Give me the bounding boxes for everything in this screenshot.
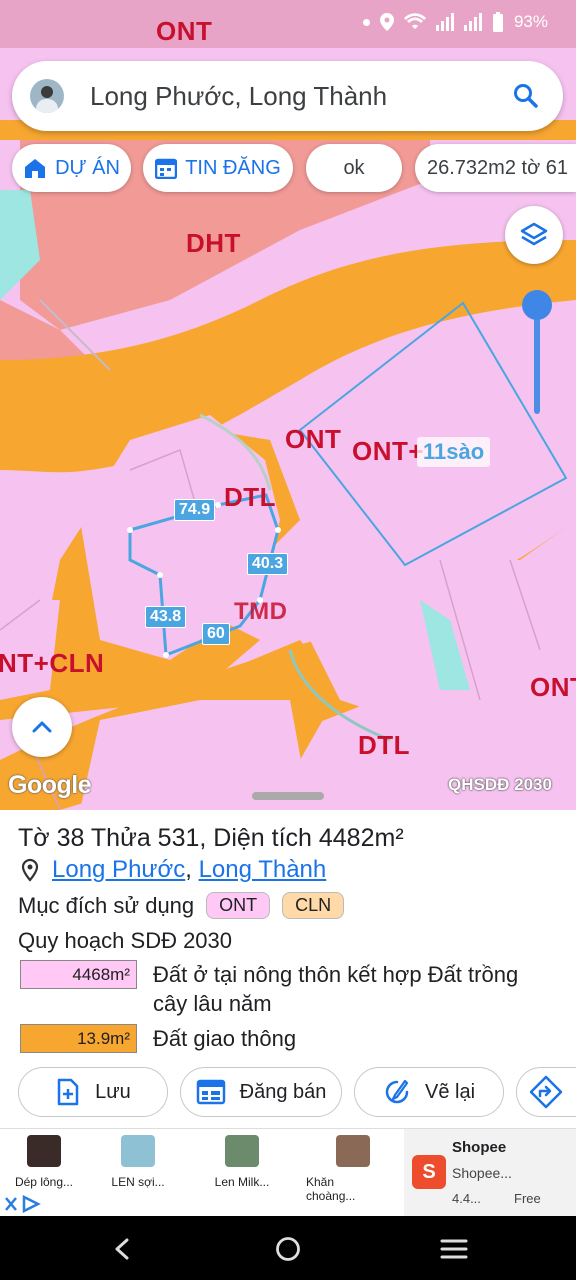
save-button[interactable]: Lưu bbox=[18, 1067, 168, 1117]
notification-dot-icon bbox=[362, 18, 370, 26]
product-thumbnail bbox=[336, 1135, 370, 1167]
app-price: Free bbox=[514, 1191, 541, 1206]
area-badge: 11sào bbox=[417, 437, 491, 467]
chip-label: 26.732m2 tờ 61 bbox=[427, 156, 568, 179]
product-thumbnail bbox=[121, 1135, 155, 1167]
battery-level: 93% bbox=[513, 12, 548, 31]
parcel-title: Tờ 38 Thửa 531, Diện tích 4482m² bbox=[18, 824, 404, 852]
plan-area: 4468m² bbox=[20, 960, 137, 989]
purpose-tag-ont: ONT bbox=[206, 892, 271, 919]
shopee-logo: S bbox=[412, 1155, 446, 1189]
zone-label: DHT bbox=[186, 228, 241, 258]
product-thumbnail bbox=[225, 1135, 259, 1167]
redraw-button[interactable]: Vẽ lại bbox=[354, 1067, 504, 1117]
ad-banner[interactable]: Dép lông... LEN sợi... Len Milk... Khăn … bbox=[0, 1128, 576, 1217]
layers-button[interactable] bbox=[505, 206, 563, 264]
ad-product-label: Dép lông... bbox=[14, 1175, 74, 1189]
opacity-slider-handle[interactable] bbox=[522, 290, 552, 320]
signal-icon bbox=[435, 13, 454, 31]
redraw-label: Vẽ lại bbox=[424, 1080, 476, 1103]
ad-product[interactable]: LEN sợi... bbox=[102, 1135, 174, 1189]
chip-projects[interactable]: DỰ ÁN bbox=[12, 144, 131, 192]
save-label: Lưu bbox=[95, 1080, 131, 1103]
wifi-icon bbox=[403, 13, 426, 29]
ad-product-label: LEN sợi... bbox=[111, 1175, 165, 1189]
zone-label: NT+CLN bbox=[0, 648, 105, 678]
advertiser-card[interactable]: S Shopee Shopee... 4.4... Free bbox=[404, 1129, 576, 1217]
ad-product[interactable]: Dép lông... bbox=[8, 1135, 80, 1189]
location-separator: , bbox=[185, 856, 192, 883]
search-icon[interactable] bbox=[513, 83, 539, 109]
ad-product[interactable]: Len Milk... bbox=[206, 1135, 278, 1189]
planning-layer-tag: QHSDĐ 2030 bbox=[448, 775, 552, 794]
home-nav-icon[interactable] bbox=[275, 1236, 301, 1262]
purpose-tag-cln: CLN bbox=[282, 892, 345, 919]
edge-length-label: 60 bbox=[202, 623, 230, 645]
purpose-label: Mục đích sử dụng bbox=[18, 892, 195, 918]
chip-listings[interactable]: TIN ĐĂNG bbox=[143, 144, 293, 192]
location-pin-icon bbox=[21, 858, 39, 882]
directions-button[interactable] bbox=[516, 1067, 576, 1117]
edge-length-label: 40.3 bbox=[247, 553, 289, 575]
product-thumbnail bbox=[27, 1135, 61, 1167]
chip-label: DỰ ÁN bbox=[55, 156, 120, 179]
advertiser-name: Shopee bbox=[452, 1139, 507, 1156]
expand-panel-button[interactable] bbox=[12, 697, 72, 757]
zone-label: ONT bbox=[530, 672, 576, 702]
plan-item: 4468m² Đất ở tại nông thôn kết hợp Đất t… bbox=[20, 960, 553, 1018]
chip-ok[interactable]: ok bbox=[306, 144, 402, 192]
calendar-icon bbox=[155, 158, 178, 179]
opacity-slider-track[interactable] bbox=[534, 306, 540, 414]
battery-icon bbox=[492, 12, 503, 32]
listing-icon bbox=[196, 1079, 225, 1105]
advertiser-subtitle: Shopee... bbox=[452, 1165, 512, 1181]
land-use-purpose: Mục đích sử dụng ONT CLN bbox=[18, 892, 345, 919]
edge-length-label: 43.8 bbox=[145, 606, 187, 628]
add-file-icon bbox=[57, 1078, 79, 1106]
signal-icon bbox=[463, 13, 482, 31]
system-nav-bar bbox=[0, 1216, 576, 1280]
recent-apps-icon[interactable] bbox=[440, 1238, 468, 1260]
back-icon[interactable] bbox=[112, 1238, 132, 1260]
redraw-icon bbox=[385, 1079, 409, 1104]
zone-label: DTL bbox=[224, 482, 277, 512]
home-icon bbox=[25, 159, 46, 178]
post-for-sale-label: Đăng bán bbox=[239, 1080, 327, 1103]
plan-title: Quy hoạch SDĐ 2030 bbox=[18, 928, 233, 953]
search-bar[interactable]: Long Phước, Long Thành bbox=[12, 61, 563, 131]
parcel-location: Long Phước, Long Thành bbox=[20, 856, 326, 884]
plan-item: 13.9m² Đất giao thông bbox=[20, 1024, 553, 1053]
ward-link[interactable]: Long Phước bbox=[52, 856, 185, 883]
layers-icon bbox=[520, 222, 548, 246]
location-icon bbox=[379, 13, 394, 31]
plan-area: 13.9m² bbox=[20, 1024, 137, 1053]
status-bar: 93% bbox=[0, 0, 576, 48]
zone-label: ONT+ bbox=[352, 436, 425, 466]
ad-product-label: Khăn choàng... bbox=[306, 1175, 356, 1203]
chip-saved-area[interactable]: 26.732m2 tờ 61 bbox=[415, 144, 576, 192]
avatar[interactable] bbox=[30, 79, 64, 113]
directions-icon bbox=[529, 1075, 563, 1109]
zone-label: DTL bbox=[358, 730, 411, 760]
ad-product-label: Len Milk... bbox=[214, 1175, 270, 1189]
ad-product[interactable]: Khăn choàng... bbox=[306, 1135, 374, 1203]
search-input[interactable]: Long Phước, Long Thành bbox=[90, 81, 513, 112]
panel-grab-handle[interactable] bbox=[252, 792, 324, 800]
plan-description: Đất giao thông bbox=[153, 1026, 297, 1051]
zone-label: TMD bbox=[234, 598, 288, 625]
district-link[interactable]: Long Thành bbox=[199, 856, 327, 883]
google-logo: Google bbox=[8, 771, 92, 799]
chevron-up-icon bbox=[32, 721, 52, 733]
zone-label: ONT bbox=[285, 424, 342, 454]
app-rating: 4.4... bbox=[452, 1191, 481, 1206]
map-view[interactable]: ONT DHT ONT ONT+ DTL NT+CLN ONT DTL TMD … bbox=[0, 0, 576, 810]
edge-length-label: 74.9 bbox=[174, 499, 216, 521]
chip-label: TIN ĐĂNG bbox=[185, 156, 281, 179]
post-for-sale-button[interactable]: Đăng bán bbox=[180, 1067, 342, 1117]
plan-description: Đất ở tại nông thôn kết hợp Đất trồng câ… bbox=[153, 962, 519, 1016]
ad-choices-icon[interactable] bbox=[4, 1195, 48, 1213]
chip-label: ok bbox=[343, 156, 365, 179]
